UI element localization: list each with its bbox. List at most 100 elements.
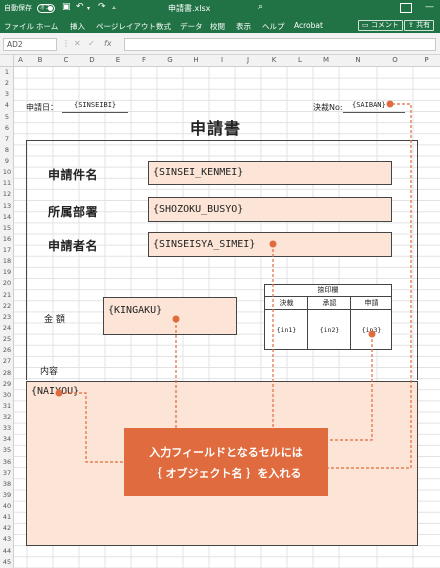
- name-box[interactable]: AD2: [3, 38, 57, 51]
- row-header[interactable]: 9: [0, 157, 14, 165]
- insert-function-icon[interactable]: fx: [104, 39, 112, 48]
- row-header[interactable]: 10: [0, 168, 14, 176]
- enter-icon[interactable]: ✓: [88, 39, 95, 48]
- column-header[interactable]: B: [27, 56, 53, 64]
- column-header[interactable]: M: [313, 56, 339, 64]
- applicant-field[interactable]: {SINSEISYA_SIMEI}: [148, 232, 392, 257]
- row-header[interactable]: 37: [0, 469, 14, 477]
- redo-icon[interactable]: ↷: [98, 2, 106, 12]
- stamp-cell-decision[interactable]: {in1}: [265, 310, 308, 350]
- column-header[interactable]: J: [235, 56, 261, 64]
- ribbon-display-options-icon[interactable]: [400, 3, 412, 13]
- row-header[interactable]: 36: [0, 458, 14, 466]
- row-header[interactable]: 2: [0, 79, 14, 87]
- row-header[interactable]: 26: [0, 346, 14, 354]
- tab-acrobat[interactable]: Acrobat: [294, 21, 323, 30]
- tab-file[interactable]: ファイル: [4, 21, 34, 32]
- date-value-cell[interactable]: {SINSEIBI}: [74, 101, 116, 109]
- stamp-table-header: 捺印欄: [265, 285, 391, 297]
- column-header[interactable]: E: [105, 56, 131, 64]
- tab-insert[interactable]: 挿入: [70, 21, 85, 32]
- column-header[interactable]: I: [209, 56, 235, 64]
- stamp-cell-applicant[interactable]: {in3}: [351, 310, 392, 350]
- tab-view[interactable]: 表示: [236, 21, 251, 32]
- row-header[interactable]: 13: [0, 202, 14, 210]
- tab-formulas[interactable]: 数式: [156, 21, 171, 32]
- comments-button[interactable]: ▭ コメント: [358, 20, 403, 31]
- row-header[interactable]: 35: [0, 446, 14, 454]
- row-header[interactable]: 8: [0, 146, 14, 154]
- row-header[interactable]: 32: [0, 413, 14, 421]
- column-header[interactable]: P: [413, 56, 440, 64]
- row-header[interactable]: 12: [0, 190, 14, 198]
- share-button[interactable]: ⇪ 共有: [404, 20, 435, 31]
- row-header[interactable]: 3: [0, 90, 14, 98]
- column-header[interactable]: G: [157, 56, 183, 64]
- row-header[interactable]: 25: [0, 335, 14, 343]
- row-header[interactable]: 18: [0, 257, 14, 265]
- formula-input[interactable]: [124, 38, 436, 51]
- cancel-icon[interactable]: ✕: [74, 39, 81, 48]
- column-header[interactable]: A: [14, 56, 27, 64]
- column-header[interactable]: D: [79, 56, 105, 64]
- row-header[interactable]: 28: [0, 369, 14, 377]
- select-all-corner[interactable]: [0, 55, 14, 67]
- amount-field[interactable]: {KINGAKU}: [103, 297, 237, 335]
- row-header[interactable]: 7: [0, 135, 14, 143]
- row-header[interactable]: 39: [0, 491, 14, 499]
- tab-home[interactable]: ホーム: [36, 21, 58, 32]
- row-header[interactable]: 34: [0, 435, 14, 443]
- row-header[interactable]: 22: [0, 302, 14, 310]
- row-header[interactable]: 15: [0, 224, 14, 232]
- stamp-cell-approval[interactable]: {in2}: [308, 310, 351, 350]
- row-header[interactable]: 33: [0, 424, 14, 432]
- row-header[interactable]: 17: [0, 246, 14, 254]
- row-header[interactable]: 23: [0, 313, 14, 321]
- autosave-toggle[interactable]: オフ: [37, 4, 55, 13]
- row-header[interactable]: 44: [0, 547, 14, 555]
- search-icon[interactable]: ⌕: [258, 2, 263, 12]
- row-header[interactable]: 14: [0, 213, 14, 221]
- customize-toolbar-icon[interactable]: ⩡: [112, 4, 116, 13]
- row-header[interactable]: 4: [0, 101, 14, 109]
- row-header[interactable]: 11: [0, 179, 14, 187]
- column-header[interactable]: F: [131, 56, 157, 64]
- column-header[interactable]: K: [261, 56, 287, 64]
- column-header[interactable]: C: [53, 56, 79, 64]
- row-header[interactable]: 24: [0, 324, 14, 332]
- row-header[interactable]: 41: [0, 513, 14, 521]
- row-header[interactable]: 42: [0, 524, 14, 532]
- row-header[interactable]: 6: [0, 124, 14, 132]
- callout-line-2: ｛ オブジェクト名 ｝を入れる: [150, 467, 302, 480]
- row-header[interactable]: 30: [0, 391, 14, 399]
- row-header[interactable]: 20: [0, 279, 14, 287]
- tab-data[interactable]: データ: [180, 21, 203, 32]
- dept-field[interactable]: {SHOZOKU_BUSYO}: [148, 197, 392, 222]
- row-header[interactable]: 21: [0, 291, 14, 299]
- row-header[interactable]: 19: [0, 268, 14, 276]
- minimize-icon[interactable]: —: [425, 2, 434, 12]
- save-icon[interactable]: ▣: [62, 2, 71, 12]
- column-header[interactable]: H: [183, 56, 209, 64]
- row-header[interactable]: 45: [0, 558, 14, 566]
- tab-help[interactable]: ヘルプ: [262, 21, 285, 32]
- row-header[interactable]: 38: [0, 480, 14, 488]
- stamp-table: 捺印欄 決裁 承認 申請 {in1} {in2} {in3}: [264, 284, 392, 350]
- approval-no-value-cell[interactable]: {SAIBAN}: [352, 101, 386, 109]
- row-header[interactable]: 29: [0, 380, 14, 388]
- tab-page-layout[interactable]: ページレイアウト: [96, 21, 156, 32]
- row-header[interactable]: 43: [0, 535, 14, 543]
- row-header[interactable]: 16: [0, 235, 14, 243]
- row-header[interactable]: 27: [0, 357, 14, 365]
- undo-icon[interactable]: ↶: [76, 2, 84, 12]
- column-header[interactable]: O: [377, 56, 413, 64]
- column-header[interactable]: N: [339, 56, 377, 64]
- row-header[interactable]: 40: [0, 502, 14, 510]
- row-header[interactable]: 31: [0, 402, 14, 410]
- tab-review[interactable]: 校閲: [210, 21, 225, 32]
- undo-dropdown-icon[interactable]: ▾: [87, 5, 90, 12]
- row-header[interactable]: 1: [0, 68, 14, 76]
- subject-field[interactable]: {SINSEI_KENMEI}: [148, 161, 392, 185]
- column-header[interactable]: L: [287, 56, 313, 64]
- row-header[interactable]: 5: [0, 113, 14, 121]
